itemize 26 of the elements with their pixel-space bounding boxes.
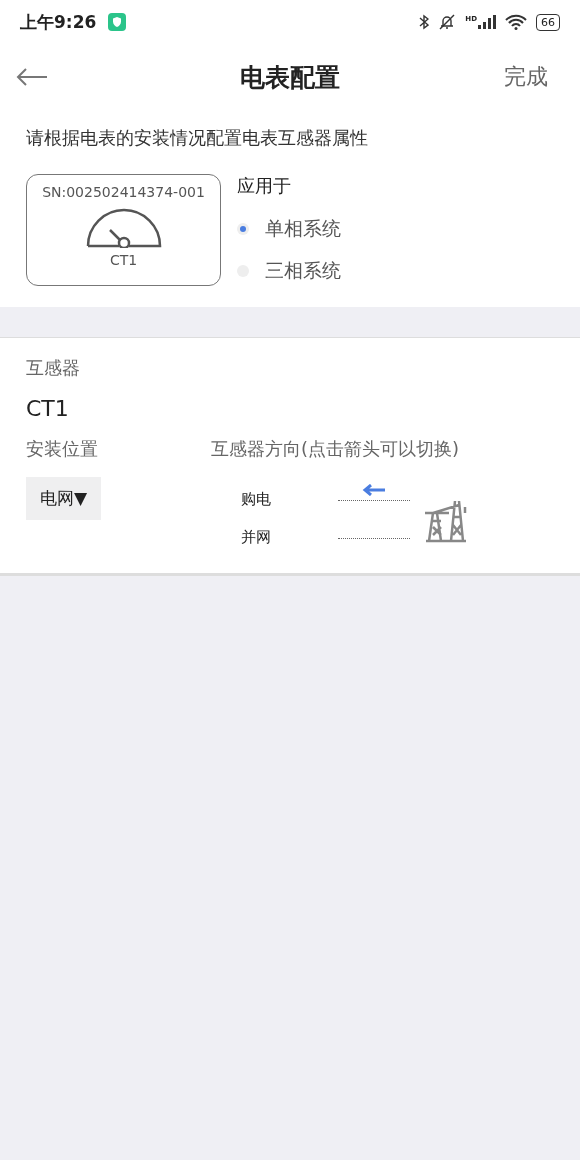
done-button[interactable]: 完成	[504, 62, 548, 92]
battery-level: 66	[541, 15, 555, 29]
shield-icon	[108, 13, 127, 31]
wifi-icon	[505, 14, 527, 30]
meter-label: CT1	[109, 252, 138, 268]
radio-option[interactable]: 三相系统	[237, 250, 341, 292]
signal-icon	[478, 15, 496, 29]
section-label: 互感器	[26, 356, 81, 380]
arrow-icon[interactable]	[361, 484, 386, 496]
back-icon[interactable]	[16, 67, 48, 87]
apply-label: 应用于	[237, 174, 292, 198]
direction-label-text: 并网	[241, 528, 272, 547]
description-text: 请根据电表的安装情况配置电表互感器属性	[26, 126, 369, 150]
position-dropdown[interactable]: 电网▼	[26, 477, 102, 520]
radio-button[interactable]	[237, 223, 249, 235]
position-label: 安装位置	[26, 437, 99, 461]
page-title: 电表配置	[239, 61, 341, 94]
direction-label-text: 购电	[241, 490, 272, 509]
serial-number: SN:002502414374-001	[42, 184, 205, 200]
direction-label: 互感器方向(点击箭头可以切换)	[211, 437, 461, 461]
muted-bell-icon	[438, 14, 457, 30]
status-time: 上午9:26	[20, 10, 97, 34]
transformer-name: CT1	[26, 396, 70, 421]
gauge-icon	[85, 208, 162, 248]
radio-option[interactable]: 单相系统	[237, 208, 341, 250]
bluetooth-icon	[419, 14, 430, 30]
